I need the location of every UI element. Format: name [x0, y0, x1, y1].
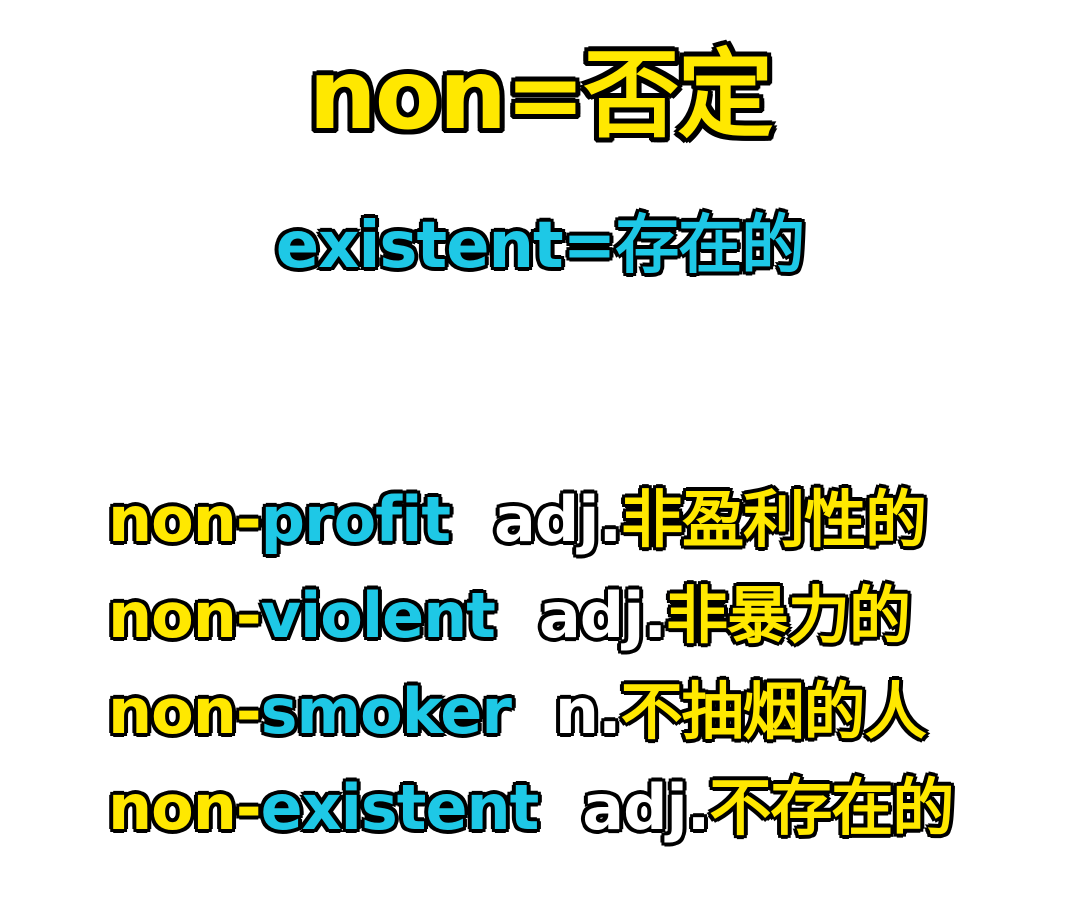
word-part-of-speech: adj.: [494, 483, 622, 556]
word-part-of-speech: n.: [554, 675, 622, 748]
word-row-non-violent: non-violent adj.非暴力的: [108, 574, 911, 658]
word-prefix: non-: [108, 579, 262, 652]
word-row-non-smoker: non-smoker n.不抽烟的人: [108, 670, 927, 754]
word-root: smoker: [260, 675, 512, 748]
word-meaning: 不存在的: [709, 771, 954, 844]
word-root: existent: [260, 771, 540, 844]
word-prefix: non-: [108, 675, 262, 748]
word-meaning: 非盈利性的: [621, 483, 927, 556]
word-part-of-speech: adj.: [582, 771, 710, 844]
word-part-of-speech: adj.: [538, 579, 667, 652]
word-root: profit: [260, 483, 451, 556]
page-title: non=否定: [308, 39, 773, 151]
word-meaning: 非暴力的: [665, 579, 911, 652]
word-prefix: non-: [108, 483, 262, 556]
word-row-non-profit: non-profit adj.非盈利性的: [108, 478, 927, 562]
word-root: violent: [260, 579, 496, 652]
word-row-non-existent: non-existent adj.不存在的: [108, 766, 954, 850]
word-prefix: non-: [108, 771, 262, 844]
word-meaning: 不抽烟的人: [620, 675, 927, 748]
page-subtitle: existent=存在的: [275, 209, 806, 283]
